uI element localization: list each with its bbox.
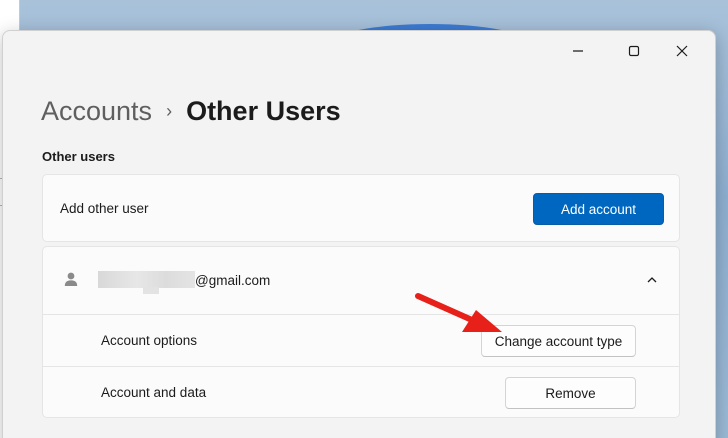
email-redaction [98, 271, 195, 288]
account-options-label: Account options [101, 333, 198, 348]
chevron-up-icon[interactable] [646, 274, 658, 286]
user-email: @gmail.com [195, 273, 271, 288]
breadcrumb-separator-icon: › [166, 101, 173, 121]
close-button[interactable] [659, 31, 705, 71]
account-and-data-row: Account and data Remove [43, 366, 679, 418]
maximize-button[interactable] [611, 31, 657, 71]
add-account-button[interactable]: Add account [533, 193, 664, 225]
red-arrow-annotation-icon [415, 293, 502, 332]
person-icon [64, 272, 78, 286]
user-card-header[interactable]: @gmail.com [43, 247, 679, 313]
close-icon [676, 45, 688, 57]
user-card: @gmail.com Account options Change accoun… [42, 246, 680, 418]
add-other-user-label: Add other user [60, 201, 149, 216]
maximize-icon [628, 45, 640, 57]
add-other-user-card: Add other user Add account [42, 174, 680, 242]
page-title: Other Users [186, 96, 341, 126]
settings-window: Accounts › Other Users Other users Add o… [2, 30, 716, 438]
breadcrumb: Accounts › Other Users [41, 95, 341, 127]
email-redaction-fragment [143, 287, 159, 294]
account-and-data-label: Account and data [101, 385, 207, 400]
breadcrumb-accounts[interactable]: Accounts [41, 95, 152, 127]
minimize-icon [573, 50, 583, 52]
account-options-row: Account options Change account type [43, 314, 679, 366]
minimize-button[interactable] [555, 31, 601, 71]
remove-button[interactable]: Remove [505, 377, 636, 409]
section-title-other-users: Other users [42, 149, 115, 164]
